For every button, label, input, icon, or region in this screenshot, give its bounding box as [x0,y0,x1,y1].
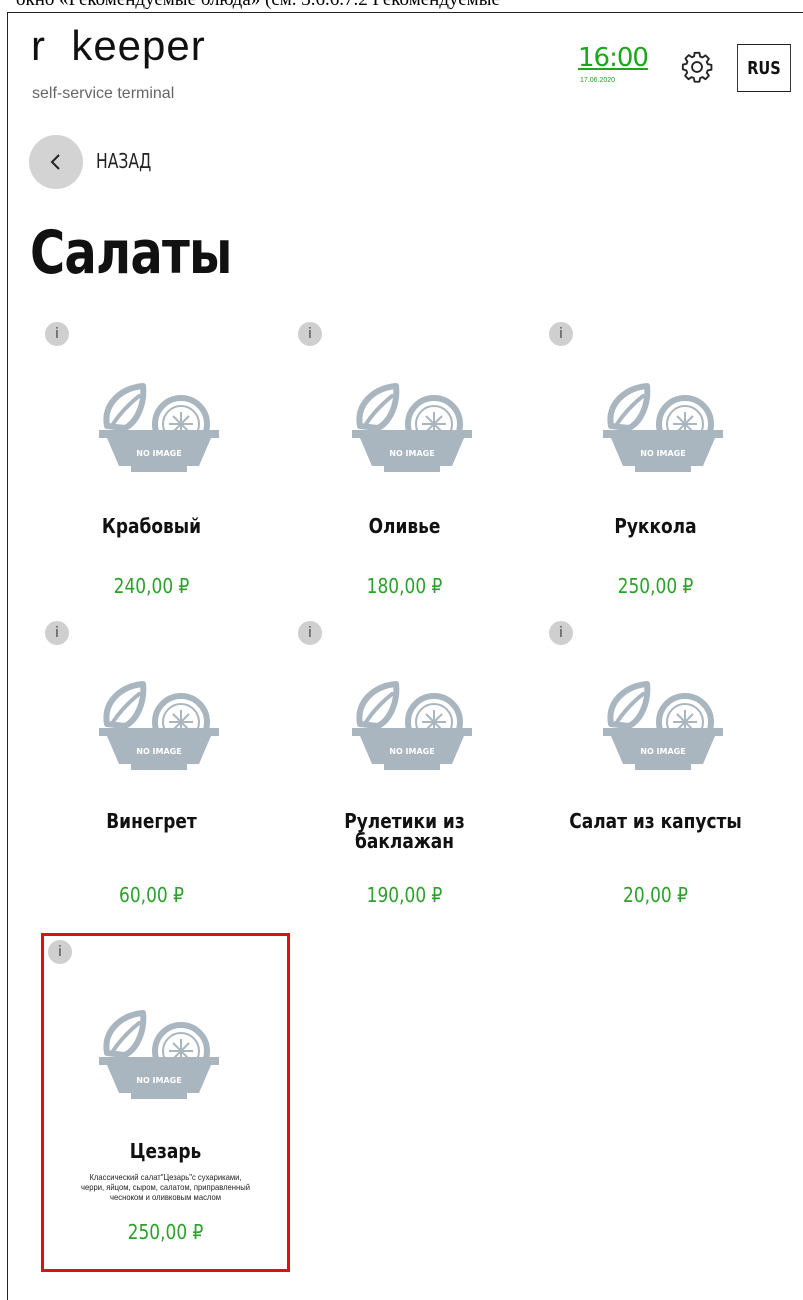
info-icon[interactable]: i [298,621,322,645]
product-name: Крабовый [101,514,202,538]
product-name: Рулетики из баклажан [300,811,508,851]
no-image-placeholder-icon [603,680,723,770]
document-caption: окно «Рекомендуемые блюда» (см. 3.6.6.7.… [0,0,803,12]
product-price: 250,00 ₽ [127,1220,204,1244]
clock-date: 17.06.2020 [580,77,616,84]
product-name: Винегрет [106,809,197,833]
product-description-line: черри, яйцом, сыром, салатом, приправлен… [80,1182,251,1192]
product-price: 190,00 ₽ [366,883,443,907]
back-button[interactable] [29,135,83,189]
info-icon[interactable]: i [549,322,573,346]
back-button-label[interactable]: НАЗАД [96,149,151,173]
no-image-placeholder-icon [99,1009,219,1099]
info-icon[interactable]: i [48,940,72,964]
clock-time: 16:00 [578,43,649,73]
product-price: 20,00 ₽ [623,883,688,907]
product-card[interactable]: i Винегрет 60,00 ₽ [29,614,274,907]
info-icon[interactable]: i [298,322,322,346]
product-name: Оливье [368,514,441,538]
info-icon[interactable]: i [549,621,573,645]
product-card[interactable]: i Рулетики из баклажан 190,00 ₽ [282,614,527,907]
document-caption-text: окно «Рекомендуемые блюда» (см. 3.6.6.7.… [16,0,500,11]
product-card-selected[interactable]: i Цезарь Классический салат"Цезарь"с сух… [41,933,290,1272]
page-title: Салаты [30,218,232,288]
product-name-line: баклажан [355,829,454,853]
no-image-placeholder-icon [99,680,219,770]
no-image-placeholder-icon [99,382,219,472]
product-card[interactable]: i Крабовый 240,00 ₽ [29,315,274,605]
no-image-placeholder-icon [603,382,723,472]
product-card[interactable]: i Салат из капусты 20,00 ₽ [533,614,778,907]
logo: r keeper [31,22,206,69]
product-description: Классический салат"Цезарь"с сухариками, … [56,1172,275,1202]
info-icon[interactable]: i [45,322,69,346]
language-button[interactable]: RUS [737,44,791,92]
product-card[interactable]: i Руккола 250,00 ₽ [533,315,778,605]
product-name-line: Рулетики из [344,809,465,833]
product-description-line: чесноком и оливковым маслом [110,1192,221,1202]
product-description-line: Классический салат"Цезарь"с сухариками, [89,1172,242,1182]
product-price: 240,00 ₽ [113,574,190,598]
gear-icon[interactable] [680,50,714,84]
no-image-placeholder-icon [352,382,472,472]
logo-subtitle: self-service terminal [32,85,175,102]
product-card[interactable]: i Оливье 180,00 ₽ [282,315,527,605]
product-name: Цезарь [129,1139,202,1163]
info-icon[interactable]: i [45,621,69,645]
no-image-placeholder-icon [352,680,472,770]
product-name: Салат из капусты [569,809,742,833]
chevron-left-icon [50,154,60,170]
product-price: 180,00 ₽ [366,574,443,598]
product-name: Руккола [614,514,697,538]
product-price: 60,00 ₽ [119,883,184,907]
kiosk-screen: r keeper self-service terminal 16:00 17.… [7,12,803,1300]
product-price: 250,00 ₽ [617,574,694,598]
